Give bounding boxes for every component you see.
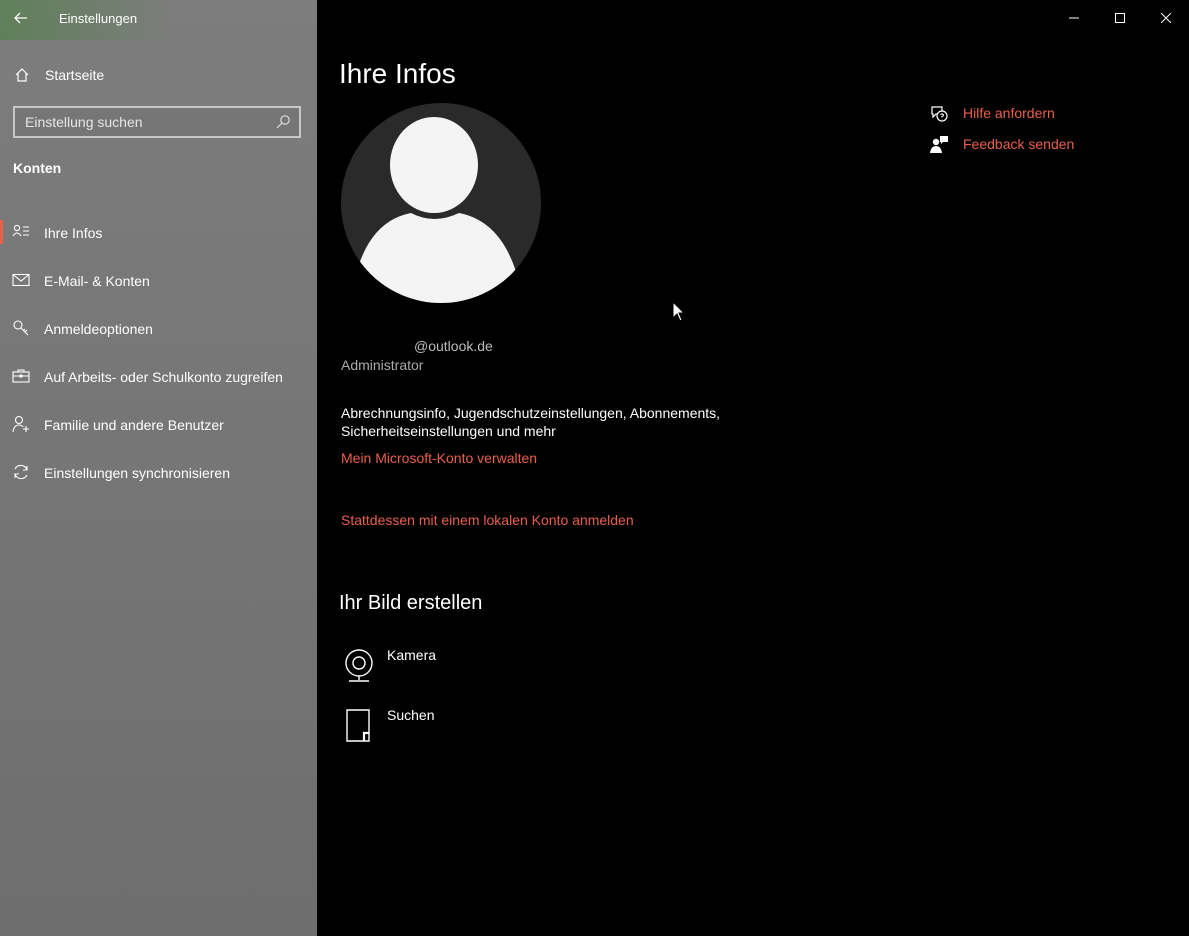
maximize-icon	[1115, 13, 1125, 23]
home-icon	[15, 68, 29, 82]
sidebar: Einstellungen Startseite Konten	[0, 0, 317, 936]
get-help-link[interactable]: Hilfe anfordern	[929, 102, 1129, 133]
close-button[interactable]	[1143, 0, 1189, 36]
settings-search-box[interactable]	[13, 106, 301, 138]
page-title: Ihre Infos	[339, 58, 456, 89]
account-email: @outlook.de	[414, 338, 493, 354]
briefcase-icon	[12, 369, 30, 383]
minimize-icon	[1069, 17, 1079, 19]
selection-indicator	[0, 220, 3, 244]
send-feedback-label: Feedback senden	[963, 136, 1075, 152]
sidebar-item-sync-settings[interactable]: Einstellungen synchronisieren	[0, 448, 317, 496]
home-label: Startseite	[45, 67, 105, 83]
file-browse-icon	[346, 709, 370, 742]
key-icon	[13, 320, 29, 336]
account-role: Administrator	[341, 357, 424, 373]
back-button[interactable]	[10, 8, 32, 28]
app-title: Einstellungen	[59, 11, 138, 26]
sidebar-item-sign-in-options[interactable]: Anmeldeoptionen	[0, 304, 317, 352]
sidebar-item-label: E-Mail- & Konten	[44, 273, 150, 289]
back-arrow-icon	[14, 12, 27, 24]
settings-search-input[interactable]	[15, 108, 275, 136]
sidebar-item-label: Einstellungen synchronisieren	[44, 465, 230, 481]
sidebar-item-work-school[interactable]: Auf Arbeits- oder Schulkonto zugreifen	[0, 352, 317, 400]
send-feedback-link[interactable]: Feedback senden	[929, 133, 1129, 164]
minimize-button[interactable]	[1051, 0, 1097, 36]
sync-icon	[14, 464, 28, 480]
camera-icon	[345, 649, 373, 682]
help-links: Hilfe anfordern Feedback senden	[929, 102, 1129, 164]
mouse-cursor-icon	[672, 301, 686, 322]
default-user-icon	[355, 117, 517, 303]
search-icon[interactable]	[275, 114, 291, 130]
account-description: Abrechnungsinfo, Jugendschutzeinstellung…	[341, 405, 721, 439]
local-account-signin-link[interactable]: Stattdessen mit einem lokalen Konto anme…	[341, 512, 634, 528]
person-info-icon	[12, 224, 29, 237]
help-chat-icon	[931, 106, 948, 122]
manage-microsoft-account-link[interactable]: Mein Microsoft-Konto verwalten	[341, 450, 537, 466]
browse-label: Suchen	[387, 707, 435, 723]
main-content: Ihre Infos @outlook.de Administrator Abr…	[317, 0, 1189, 936]
sidebar-item-family-users[interactable]: Familie und andere Benutzer	[0, 400, 317, 448]
sidebar-item-email-accounts[interactable]: E-Mail- & Konten	[0, 256, 317, 304]
create-picture-heading: Ihr Bild erstellen	[339, 592, 483, 614]
settings-window: Einstellungen Startseite Konten	[0, 0, 1189, 936]
maximize-button[interactable]	[1097, 0, 1143, 36]
sidebar-item-label: Ihre Infos	[44, 225, 103, 241]
person-add-icon	[12, 415, 29, 433]
window-controls	[1051, 0, 1189, 36]
sidebar-item-label: Familie und andere Benutzer	[44, 417, 224, 433]
accounts-nav-list: Ihre Infos E-Mail- & Konten Anmeldeoptio…	[0, 208, 317, 496]
sidebar-item-your-info[interactable]: Ihre Infos	[0, 208, 317, 256]
get-help-label: Hilfe anfordern	[963, 105, 1055, 121]
avatar	[341, 103, 541, 303]
section-title: Konten	[13, 160, 62, 176]
camera-label: Kamera	[387, 647, 437, 663]
sidebar-item-label: Anmeldeoptionen	[44, 321, 153, 337]
home-nav-item[interactable]: Startseite	[0, 60, 317, 90]
sidebar-item-label: Auf Arbeits- oder Schulkonto zugreifen	[44, 369, 283, 385]
close-icon	[1161, 13, 1171, 23]
feedback-icon	[930, 136, 948, 153]
mail-icon	[12, 273, 30, 287]
